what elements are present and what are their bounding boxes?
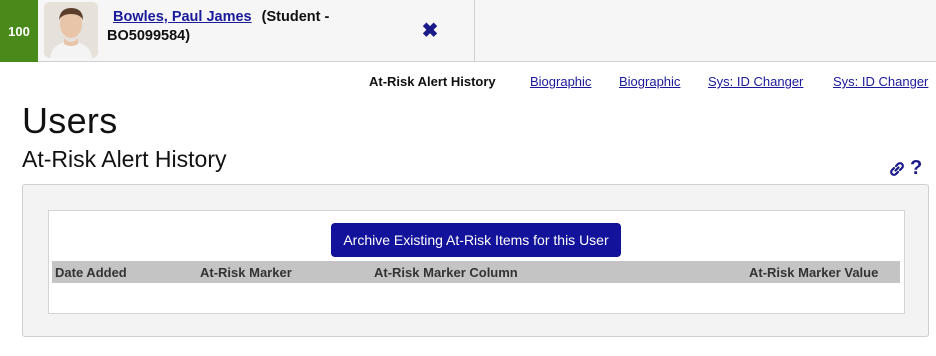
tab-sys-id-changer-1[interactable]: Sys: ID Changer [708, 74, 803, 89]
table-header: Date Added At-Risk Marker At-Risk Marker… [52, 261, 900, 283]
tab-biographic-1[interactable]: Biographic [530, 74, 591, 89]
close-icon[interactable]: ✖ [419, 18, 441, 42]
student-name-link[interactable]: Bowles, Paul James [113, 9, 252, 25]
page-title: Users [22, 100, 118, 141]
student-info: Bowles, Paul James (Student - BO5099584) [107, 8, 397, 46]
link-icon[interactable] [888, 160, 906, 178]
student-detail-1: (Student - [261, 9, 330, 25]
page-subtitle: At-Risk Alert History [22, 146, 227, 172]
divider [474, 0, 475, 62]
student-header: 100 Bowles, Paul James (Student - BO5099… [0, 0, 936, 62]
col-at-risk-marker-value[interactable]: At-Risk Marker Value [749, 265, 878, 280]
archive-button[interactable]: Archive Existing At-Risk Items for this … [331, 223, 621, 257]
help-icon[interactable]: ? [910, 157, 922, 180]
score-badge: 100 [0, 0, 38, 62]
alert-history-table-container: Archive Existing At-Risk Items for this … [48, 210, 905, 314]
col-at-risk-marker-column[interactable]: At-Risk Marker Column [374, 265, 518, 280]
avatar [44, 2, 98, 58]
student-detail-2: BO5099584) [107, 28, 191, 44]
tab-sys-id-changer-2[interactable]: Sys: ID Changer [833, 74, 928, 89]
alert-history-panel: Archive Existing At-Risk Items for this … [22, 184, 929, 337]
tab-biographic-2[interactable]: Biographic [619, 74, 680, 89]
tab-at-risk-alert-history[interactable]: At-Risk Alert History [369, 74, 496, 89]
col-at-risk-marker[interactable]: At-Risk Marker [200, 265, 292, 280]
page-tabs: At-Risk Alert History Biographic Biograp… [0, 74, 936, 92]
col-date-added[interactable]: Date Added [55, 265, 127, 280]
